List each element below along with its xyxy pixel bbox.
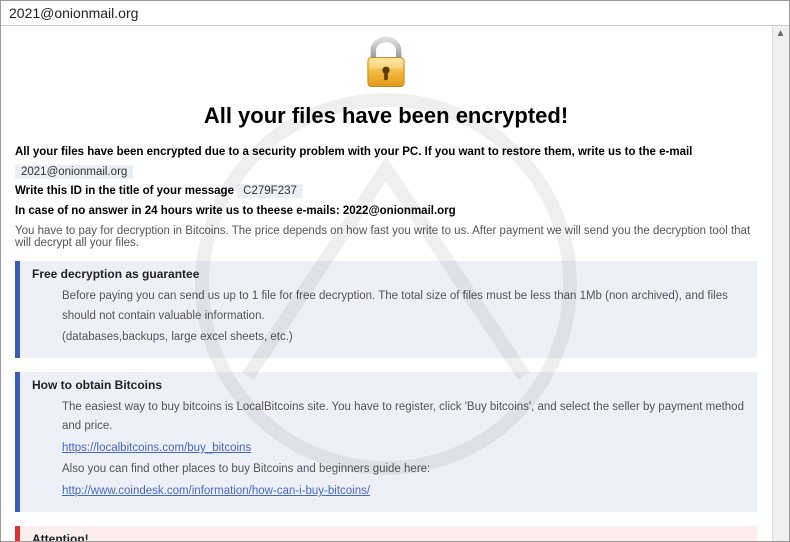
window-title: 2021@onionmail.org <box>9 5 138 21</box>
lock-icon <box>357 34 415 92</box>
obtain-body2: Also you can find other places to buy Bi… <box>62 460 747 480</box>
obtain-title: How to obtain Bitcoins <box>28 378 757 392</box>
obtain-link1[interactable]: https://localbitcoins.com/buy_bitcoins <box>62 442 251 454</box>
section-attention: Attention! Do not rename encrypted files… <box>15 526 757 541</box>
email-tag-1: 2021@onionmail.org <box>15 165 133 179</box>
guarantee-body2: (databases,backups, large excel sheets, … <box>62 328 747 348</box>
attention-title: Attention! <box>28 532 757 541</box>
section-guarantee: Free decryption as guarantee Before payi… <box>15 261 757 358</box>
vertical-scrollbar[interactable]: ▲ <box>772 26 789 541</box>
obtain-link2[interactable]: http://www.coindesk.com/information/how-… <box>62 485 370 497</box>
intro-line3: In case of no answer in 24 hours write u… <box>15 205 343 217</box>
section-obtain: How to obtain Bitcoins The easiest way t… <box>15 372 757 512</box>
email-2: 2022@onionmail.org <box>343 205 456 217</box>
intro-block: All your files have been encrypted due t… <box>1 143 771 221</box>
app-window: 2021@onionmail.org <box>0 0 790 542</box>
scroll-content: All your files have been encrypted! All … <box>1 26 771 541</box>
guarantee-body1: Before paying you can send us up to 1 fi… <box>62 287 747 326</box>
intro-line2: Write this ID in the title of your messa… <box>15 185 237 197</box>
headline: All your files have been encrypted! <box>1 103 771 129</box>
window-titlebar[interactable]: 2021@onionmail.org <box>1 1 789 26</box>
guarantee-title: Free decryption as guarantee <box>28 267 757 281</box>
pay-line: You have to pay for decryption in Bitcoi… <box>1 225 771 249</box>
obtain-body1: The easiest way to buy bitcoins is Local… <box>62 398 747 437</box>
content-area: All your files have been encrypted! All … <box>1 26 789 541</box>
lock-container <box>1 26 771 97</box>
scroll-up-icon[interactable]: ▲ <box>773 26 788 41</box>
id-tag: C279F237 <box>237 184 303 198</box>
intro-line1: All your files have been encrypted due t… <box>15 146 692 158</box>
